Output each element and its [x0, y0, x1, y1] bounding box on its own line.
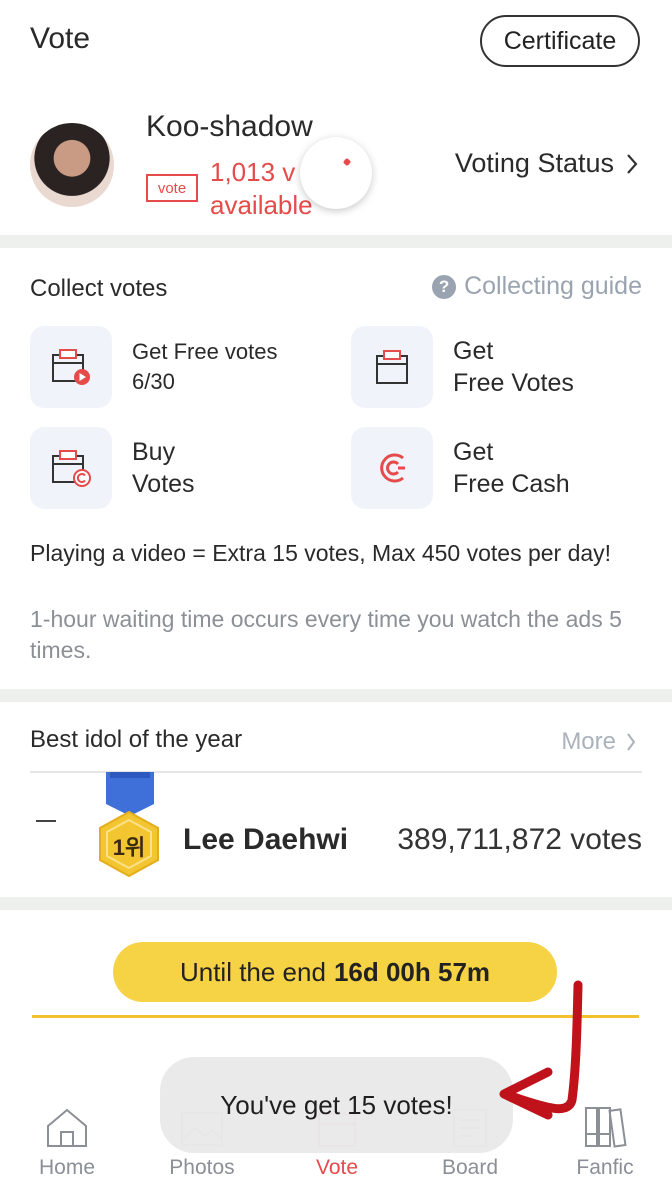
tab-label: Home [38, 1156, 96, 1179]
video-bonus-tip: Playing a video = Extra 15 votes, Max 45… [30, 540, 612, 566]
fanfic-books-icon [585, 1107, 627, 1148]
loading-spinner-icon [300, 137, 372, 209]
tab-label: Vote [315, 1156, 359, 1179]
profile-section: Koo-shadow vote 1,013 v available Voting… [0, 90, 672, 235]
collect-votes-section: Collect votes ? Collecting guide Get Fre… [0, 248, 672, 688]
collect-votes-title: Collect votes [30, 275, 168, 302]
tile-label-line1: Buy [132, 438, 176, 466]
tile-label-line2: Free Cash [453, 470, 570, 498]
voting-status-link[interactable]: Voting Status [455, 148, 638, 179]
section-separator [0, 235, 672, 248]
tile-label-line2: Votes [132, 470, 195, 498]
rank-badge: 1위 [112, 835, 146, 860]
best-idol-section: Best idol of the year More 1위 Lee Daehwi… [0, 702, 672, 897]
vote-ticket-icon: vote [146, 174, 198, 202]
vote-box-icon [351, 326, 433, 408]
tab-label: Photos [169, 1156, 235, 1179]
section-separator [0, 689, 672, 702]
tile-label-line1: Get Free votes [132, 339, 278, 364]
waiting-time-tip: 1-hour waiting time occurs every time yo… [30, 606, 622, 663]
countdown-value: 16d 00h 57m [333, 956, 491, 987]
section-separator [0, 897, 672, 910]
countdown-prefix: Until the end [179, 956, 326, 987]
tab-label: Board [441, 1156, 499, 1179]
idol-name[interactable]: Lee Daehwi [183, 823, 348, 857]
page-title: Vote [30, 22, 91, 55]
idol-vote-count: 389,711,872 votes [397, 823, 642, 856]
chevron-right-icon [627, 733, 636, 751]
more-link[interactable]: More [561, 728, 636, 756]
certificate-button[interactable]: Certificate [480, 15, 640, 67]
vote-coin-icon [30, 427, 112, 509]
tile-label-line2: Free Votes [453, 369, 574, 397]
home-icon [47, 1108, 87, 1147]
avatar[interactable] [30, 123, 114, 207]
get-free-votes-video-tile[interactable]: Get Free votes 6/30 [30, 326, 278, 408]
gold-medal-icon: 1위 [96, 772, 162, 886]
username: Koo-shadow [146, 110, 313, 143]
collecting-guide-link[interactable]: ? Collecting guide [432, 272, 642, 301]
video-vote-icon [30, 326, 112, 408]
chevron-right-icon [627, 153, 638, 174]
progress-line [32, 1015, 639, 1018]
tile-label-line1: Get [453, 438, 494, 466]
toast-notification: You've get 15 votes! [160, 1057, 513, 1153]
rank-change-indicator [36, 820, 56, 822]
get-free-cash-tile[interactable]: Get Free Cash [351, 427, 570, 509]
votes-available-label: available [210, 190, 313, 220]
tile-label-line2: 6/30 [132, 369, 175, 394]
tab-home[interactable]: Home [12, 1096, 122, 1188]
more-label: More [561, 728, 616, 755]
tile-label-line1: Get [453, 337, 494, 365]
tab-fanfic[interactable]: Fanfic [550, 1096, 660, 1188]
voting-status-label: Voting Status [454, 148, 614, 178]
buy-votes-tile[interactable]: Buy Votes [30, 427, 195, 509]
top-header: Vote Certificate [0, 0, 672, 90]
countdown-pill: Until the end 16d 00h 57m [113, 942, 557, 1002]
cash-icon [351, 427, 433, 509]
collecting-guide-label: Collecting guide [464, 272, 642, 300]
get-free-votes-tile[interactable]: Get Free Votes [351, 326, 574, 408]
question-icon: ? [432, 274, 457, 299]
best-idol-title: Best idol of the year [30, 726, 243, 753]
tab-label: Fanfic [576, 1156, 634, 1179]
